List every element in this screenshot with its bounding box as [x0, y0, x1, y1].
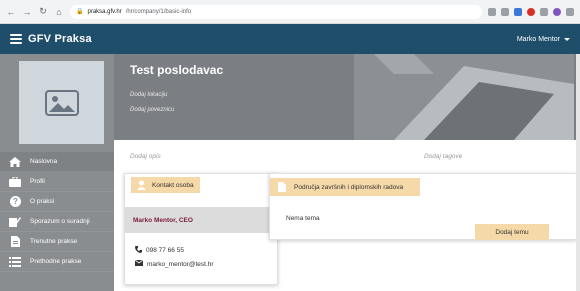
sidebar-item-trenutne-prakse[interactable]: Trenutne prakse — [0, 232, 114, 252]
sidebar-menu: Naslovna Profil ? O praksi Sporazum o su… — [0, 152, 114, 272]
forward-arrow-icon[interactable]: → — [22, 7, 32, 17]
user-icon — [137, 180, 146, 190]
add-website-link[interactable]: Dodaj poveznicu — [130, 107, 174, 113]
top-navbar: GFV Praksa Marko Mentor — [0, 24, 580, 54]
question-icon: ? — [8, 196, 22, 208]
thesis-areas-card: Područja završnih i diplomskih radova Ne… — [269, 173, 577, 240]
url-path: /hr/company/1/basic-info — [125, 8, 192, 15]
browser-extensions — [488, 7, 574, 16]
contact-card-header: Kontakt osoba — [125, 174, 277, 196]
sidebar-item-label: Profil — [30, 178, 45, 185]
file-icon — [278, 182, 286, 192]
profile-avatar-icon[interactable] — [553, 7, 561, 16]
company-logo-placeholder[interactable] — [19, 61, 104, 144]
add-topic-button[interactable]: Dodaj temu — [475, 224, 549, 240]
company-name: Test poslodavac — [130, 63, 224, 77]
puzzle-icon[interactable] — [540, 7, 548, 16]
user-menu[interactable]: Marko Mentor — [517, 36, 570, 43]
contact-card-title: Kontakt osoba — [152, 181, 194, 189]
laptop-background-image — [354, 54, 574, 140]
contact-card: Kontakt osoba Marko Mentor, CEO 098 77 6… — [124, 173, 278, 285]
no-topics-text: Nema tema — [286, 215, 320, 222]
app-window: ← → ↻ ⌂ 🔒 praksa.gfv.hr/hr/company/1/bas… — [0, 0, 580, 291]
phone-icon — [135, 246, 142, 255]
contact-email[interactable]: marko_mentor@test.hr — [147, 261, 214, 268]
back-arrow-icon[interactable]: ← — [6, 7, 16, 17]
share-icon[interactable] — [488, 7, 496, 16]
add-location-link[interactable]: Dodaj lokaciju — [130, 92, 167, 98]
home-icon — [8, 156, 22, 168]
sidebar-item-profil[interactable]: Profil — [0, 172, 114, 192]
sidebar-item-label: O praksi — [30, 198, 55, 205]
sidebar-item-sporazum[interactable]: Sporazum o suradnji — [0, 212, 114, 232]
thesis-areas-title: Područja završnih i diplomskih radova — [294, 183, 404, 191]
page-scrollbar[interactable] — [576, 54, 580, 291]
reload-icon[interactable]: ↻ — [38, 6, 48, 17]
browser-menu-icon[interactable] — [566, 7, 574, 16]
sidebar-item-label: Trenutne prakse — [30, 238, 78, 245]
sidebar-item-label: Naslovna — [30, 158, 58, 165]
contact-card-title-chip: Kontakt osoba — [131, 177, 200, 193]
main-content: Dodaj opis Dodaj tagove Kontakt osoba Ma… — [114, 140, 580, 291]
caret-down-icon — [564, 37, 570, 41]
bookmark-star-icon[interactable] — [501, 7, 509, 16]
envelope-icon — [134, 259, 144, 268]
image-placeholder-icon — [44, 89, 79, 116]
thesis-areas-title-chip: Područja završnih i diplomskih radova — [270, 178, 420, 196]
company-header: Test poslodavac Dodaj lokaciju Dodaj pov… — [114, 54, 580, 140]
contact-phone: 098 77 66 55 — [146, 247, 184, 254]
svg-text:?: ? — [13, 197, 18, 206]
address-bar[interactable]: 🔒 praksa.gfv.hr/hr/company/1/basic-info — [70, 4, 482, 19]
hamburger-menu-icon[interactable] — [10, 34, 22, 44]
browser-toolbar: ← → ↻ ⌂ 🔒 praksa.gfv.hr/hr/company/1/bas… — [0, 0, 580, 24]
pen-document-icon — [8, 216, 22, 228]
user-name: Marko Mentor — [516, 35, 560, 43]
list-icon — [8, 256, 22, 268]
home-browser-icon[interactable]: ⌂ — [54, 7, 64, 17]
contact-name: Marko Mentor, CEO — [125, 207, 277, 233]
document-icon — [8, 236, 22, 248]
add-tags-link[interactable]: Dodaj tagove — [424, 153, 462, 160]
sidebar-item-prethodne-prakse[interactable]: Prethodne prakse — [0, 252, 114, 272]
extension-icon[interactable] — [514, 7, 522, 16]
sidebar-item-naslovna[interactable]: Naslovna — [0, 152, 114, 172]
contact-phone-row: 098 77 66 55 — [135, 246, 184, 255]
extension-red-icon[interactable] — [527, 7, 535, 16]
add-description-link[interactable]: Dodaj opis — [130, 153, 161, 160]
lock-icon: 🔒 — [76, 9, 84, 15]
sidebar-item-label: Sporazum o suradnji — [30, 218, 90, 225]
briefcase-icon — [8, 176, 22, 188]
sidebar: Naslovna Profil ? O praksi Sporazum o su… — [0, 54, 114, 291]
url-host: praksa.gfv.hr — [87, 8, 122, 15]
contact-email-row: marko_mentor@test.hr — [134, 259, 214, 268]
brand-title[interactable]: GFV Praksa — [28, 33, 92, 45]
sidebar-item-label: Prethodne prakse — [30, 258, 82, 265]
sidebar-item-o-praksi[interactable]: ? O praksi — [0, 192, 114, 212]
